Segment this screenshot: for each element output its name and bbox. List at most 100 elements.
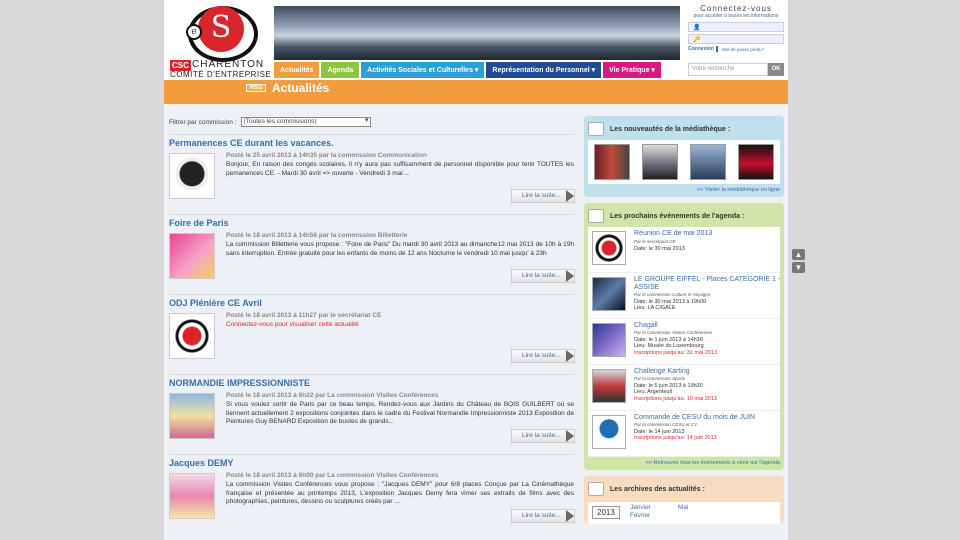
archives-header: Les archives des actualités : — [588, 480, 780, 498]
media-link[interactable]: >> Visiter la médiathèque en ligne — [588, 187, 780, 193]
key-icon: 🔑 — [693, 36, 701, 43]
event-title[interactable]: Réunion CE de mai 2013 — [634, 230, 782, 238]
event-place: Lieu: LA CIGALE — [634, 305, 676, 311]
agenda-widget: Les prochains événements de l'agenda : R… — [584, 203, 784, 470]
event-thumbnail[interactable] — [592, 277, 626, 311]
main-content: Filtrer par commission : (Toutes les com… — [164, 104, 788, 540]
calendar-icon — [588, 209, 604, 223]
search-button[interactable]: OK — [768, 63, 784, 76]
read-more-button[interactable]: Lire la suite... — [511, 189, 575, 203]
media-covers — [588, 140, 780, 184]
media-title: Les nouveautés de la médiathèque : — [610, 125, 731, 133]
news-thumbnail[interactable] — [169, 233, 215, 279]
agenda-event: Commande de CESU du mois de JUIN Par la … — [588, 411, 780, 457]
news-thumbnail[interactable] — [169, 473, 215, 519]
media-cover[interactable] — [642, 144, 678, 180]
agenda-header: Les prochains événements de l'agenda : — [588, 207, 780, 225]
page: S e CSC CHARENTON COMITÉ D'ENTREPRISE Co… — [164, 0, 788, 540]
news-excerpt: Bonjour, En raison des congés scolaires,… — [226, 161, 574, 177]
site-logo[interactable]: S e CSC CHARENTON COMITÉ D'ENTREPRISE — [168, 2, 272, 80]
news-excerpt: La commission Billetterie vous propose :… — [226, 241, 574, 257]
event-details: Par la commission Sports Date: le 5 juin… — [634, 376, 782, 402]
media-cover[interactable] — [738, 144, 774, 180]
read-more-button[interactable]: Lire la suite... — [511, 429, 575, 443]
news-thumbnail[interactable] — [169, 313, 215, 359]
event-title[interactable]: LE GROUPE EIFFEL - Places CATEGORIE 1 - … — [634, 276, 782, 292]
commission-select[interactable]: (Toutes les commissions) — [240, 117, 371, 127]
main-nav: Actualités Agenda Activités Sociales et … — [274, 62, 663, 78]
event-title[interactable]: Chagall — [634, 322, 782, 330]
read-more-button[interactable]: Lire la suite... — [511, 349, 575, 363]
user-icon: 👤 — [693, 24, 701, 31]
scroll-down-button[interactable]: ▼ — [792, 262, 805, 273]
nav-agenda[interactable]: Agenda — [321, 62, 360, 78]
username-field[interactable]: 👤 — [688, 22, 784, 32]
login-button[interactable]: Connexion — [688, 46, 718, 52]
login-subtitle: pour accéder à toutes les informations — [693, 13, 779, 19]
agenda-event: LE GROUPE EIFFEL - Places CATEGORIE 1 - … — [588, 273, 780, 319]
news-title[interactable]: NORMANDIE IMPRESSIONNISTE — [169, 378, 310, 388]
scroll-up-button[interactable]: ▲ — [792, 249, 805, 260]
news-item: NORMANDIE IMPRESSIONNISTE Posté le 18 av… — [169, 374, 575, 454]
archives-title: Les archives des actualités : — [610, 485, 705, 493]
logo-letter: S — [198, 6, 244, 52]
media-cover[interactable] — [594, 144, 630, 180]
logo-name: CHARENTON — [192, 59, 265, 70]
read-more-button[interactable]: Lire la suite... — [511, 269, 575, 283]
agenda-link[interactable]: >> Retrouvez tous les événements à venir… — [588, 460, 780, 466]
event-title[interactable]: Commande de CESU du mois de JUIN — [634, 414, 782, 422]
news-meta: Posté le 18 avril 2013 à 14h56 par la co… — [226, 232, 408, 239]
news-title[interactable]: Permanences CE durant les vacances. — [169, 138, 334, 148]
archives-list: 2013 Janvier Février Mai — [588, 502, 780, 524]
news-item: ODJ Plénière CE Avril Posté le 18 avril … — [169, 294, 575, 374]
event-deadline: Inscriptions jusqu'au: 14 juin 2013 — [634, 435, 717, 441]
news-title[interactable]: Jacques DEMY — [169, 458, 234, 468]
rss-icon[interactable]: RSS — [246, 84, 267, 92]
agenda-event: Chagall Par la commission Visites Confér… — [588, 319, 780, 365]
archive-month-link[interactable]: Mai — [678, 504, 688, 511]
archive-icon — [588, 482, 604, 496]
agenda-event: Réunion CE de mai 2013 Par le secrétaria… — [588, 227, 780, 273]
event-deadline: Inscriptions jusqu'au: 10 mai 2013 — [634, 395, 717, 402]
news-thumbnail[interactable] — [169, 393, 215, 439]
event-thumbnail[interactable] — [592, 415, 626, 449]
logo-subtitle: COMITÉ D'ENTREPRISE — [170, 70, 272, 79]
archive-months: Janvier Février — [630, 504, 651, 520]
archive-month-link[interactable]: Février — [630, 512, 651, 520]
archive-year[interactable]: 2013 — [592, 506, 620, 519]
header-banner — [274, 6, 680, 60]
password-field[interactable]: 🔑 — [688, 34, 784, 44]
read-more-button[interactable]: Lire la suite... — [511, 509, 575, 523]
news-excerpt: Si vous voulez sortir de Paris par ce be… — [226, 401, 574, 425]
event-date: Date: le 30 mai 2013 — [634, 245, 685, 252]
news-title[interactable]: Foire de Paris — [169, 218, 229, 228]
news-excerpt: Connectez-vous pour visualiser cette act… — [226, 321, 359, 328]
agenda-title: Les prochains événements de l'agenda : — [610, 212, 745, 220]
news-list: Permanences CE durant les vacances. Post… — [169, 134, 575, 534]
media-widget: Les nouveautés de la médiathèque : >> Vi… — [584, 116, 784, 197]
news-thumbnail[interactable] — [169, 153, 215, 199]
nav-representation[interactable]: Représentation du Personnel ▾ — [486, 62, 602, 78]
search-input[interactable]: Votre recherche — [688, 63, 768, 76]
login-title: Connectez-vous — [700, 4, 772, 13]
event-thumbnail[interactable] — [592, 369, 626, 403]
event-details: Par la commission Visites Conférences Da… — [634, 330, 782, 356]
news-meta: Posté le 18 avril 2013 à 6h22 par La com… — [226, 392, 439, 399]
agenda-list: Réunion CE de mai 2013 Par le secrétaria… — [588, 227, 780, 457]
event-details: Par la commission Culture et Voyages Dat… — [634, 292, 782, 312]
nav-actualites[interactable]: Actualités — [274, 62, 320, 78]
forgot-password-link[interactable]: Mot de passe perdu? — [722, 47, 764, 52]
news-title[interactable]: ODJ Plénière CE Avril — [169, 298, 262, 308]
news-item: Permanences CE durant les vacances. Post… — [169, 134, 575, 214]
nav-activites[interactable]: Activités Sociales et Culturelles ▾ — [361, 62, 485, 78]
news-meta: Posté le 18 avril 2013 à 6h00 par La com… — [226, 472, 439, 479]
media-cover[interactable] — [690, 144, 726, 180]
news-meta: Posté le 25 avril 2013 à 14h35 par la co… — [226, 152, 427, 159]
nav-vie-pratique[interactable]: Vie Pratique ▾ — [603, 62, 661, 78]
archive-month-link[interactable]: Janvier — [630, 504, 651, 512]
event-details: Par la commission CESU et CV Date: le 14… — [634, 422, 782, 442]
login-actions: Connexion Mot de passe perdu? — [688, 46, 784, 52]
event-thumbnail[interactable] — [592, 323, 626, 357]
event-title[interactable]: Challenge Karting — [634, 368, 782, 376]
event-thumbnail[interactable] — [592, 231, 626, 265]
